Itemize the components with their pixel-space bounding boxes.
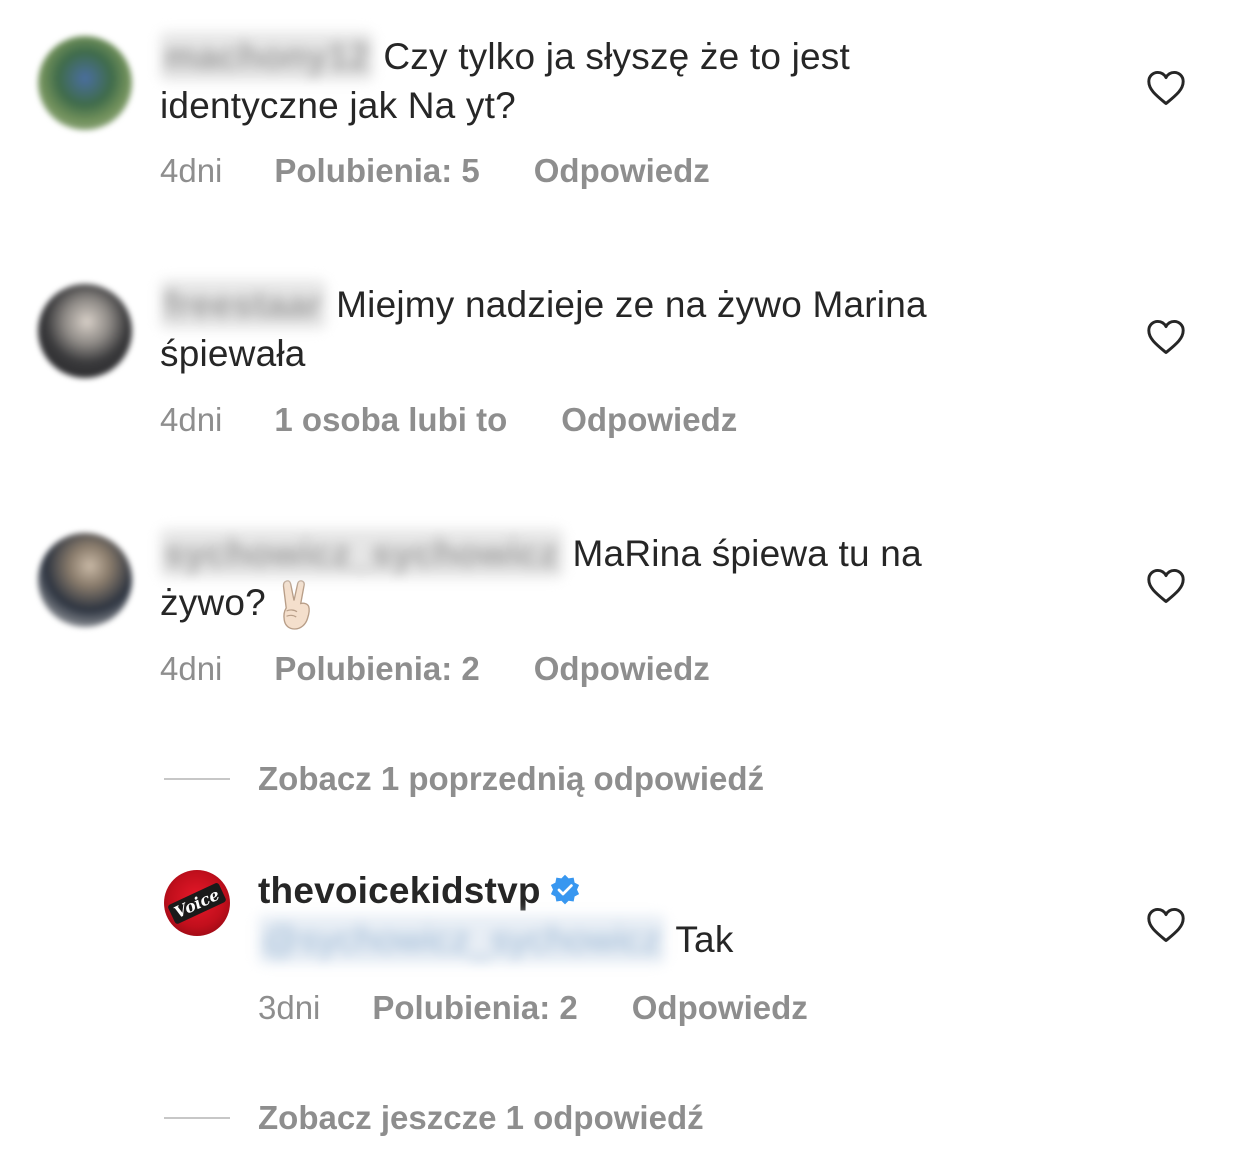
likes-count[interactable]: Polubienia: 2 — [274, 650, 479, 688]
heart-icon[interactable] — [1146, 568, 1186, 604]
mention-link[interactable]: @sychowicz_sychowicz — [258, 915, 666, 964]
comment-meta: 4dni 1 osoba lubi to Odpowiedz — [160, 401, 737, 439]
heart-icon[interactable] — [1146, 319, 1186, 355]
heart-icon[interactable] — [1146, 907, 1186, 943]
avatar[interactable]: Voice — [164, 870, 230, 936]
avatar[interactable] — [38, 284, 132, 378]
avatar[interactable] — [38, 533, 132, 627]
view-more-replies-label: Zobacz jeszcze 1 odpowiedź — [258, 1099, 704, 1136]
comment-meta: 3dni Polubienia: 2 Odpowiedz — [258, 989, 808, 1027]
comment-time: 4dni — [160, 401, 223, 438]
username[interactable]: thevoicekidstvp — [258, 870, 541, 911]
likes-count[interactable]: Polubienia: 2 — [372, 989, 577, 1027]
comment-meta: 4dni Polubienia: 5 Odpowiedz — [160, 152, 710, 190]
comment-text-line1: Czy tylko ja słyszę że to jest — [383, 36, 850, 77]
username[interactable]: machony12 — [160, 32, 374, 81]
comment-meta: 4dni Polubienia: 2 Odpowiedz — [160, 650, 710, 688]
reply-button[interactable]: Odpowiedz — [561, 401, 737, 439]
reply-button[interactable]: Odpowiedz — [534, 152, 710, 190]
view-previous-replies-button[interactable]: Zobacz 1 poprzednią odpowiedź — [164, 760, 764, 798]
comment-text-line1: MaRina śpiewa tu na — [572, 533, 922, 574]
view-previous-replies-label: Zobacz 1 poprzednią odpowiedź — [258, 760, 765, 797]
avatar[interactable] — [38, 36, 132, 130]
heart-icon[interactable] — [1146, 70, 1186, 106]
verified-badge-icon — [550, 875, 579, 905]
reply-button[interactable]: Odpowiedz — [632, 989, 808, 1027]
victory-hand-icon — [283, 580, 311, 630]
divider-line — [164, 778, 230, 780]
comment-body: thevoicekidstvp @sychowicz_sychowicz Tak — [258, 866, 734, 964]
comment-text-line1: Miejmy nadzieje ze na żywo Marina — [336, 284, 927, 325]
voice-logo: Voice — [167, 881, 227, 925]
comment-text-line2: identyczne jak Na yt? — [160, 85, 516, 126]
username[interactable]: sychowicz_sychowicz — [160, 529, 563, 578]
comment-text-line2: żywo? — [160, 582, 266, 623]
comment-time: 4dni — [160, 152, 223, 189]
reply-text: Tak — [675, 919, 734, 960]
comment-body: sychowicz_sychowicz MaRina śpiewa tu na ż… — [160, 529, 922, 632]
username[interactable]: freestaar — [160, 280, 327, 329]
comment-text-line2: śpiewała — [160, 333, 306, 374]
likes-count[interactable]: 1 osoba lubi to — [274, 401, 507, 439]
comment-body: freestaar Miejmy nadzieje ze na żywo Mari… — [160, 280, 927, 378]
divider-line — [164, 1117, 230, 1119]
reply-button[interactable]: Odpowiedz — [534, 650, 710, 688]
likes-count[interactable]: Polubienia: 5 — [274, 152, 479, 190]
comment-time: 4dni — [160, 650, 223, 687]
view-more-replies-button[interactable]: Zobacz jeszcze 1 odpowiedź — [164, 1099, 704, 1137]
comment-time: 3dni — [258, 989, 321, 1026]
comment-body: machony12 Czy tylko ja słyszę że to jest … — [160, 32, 850, 130]
